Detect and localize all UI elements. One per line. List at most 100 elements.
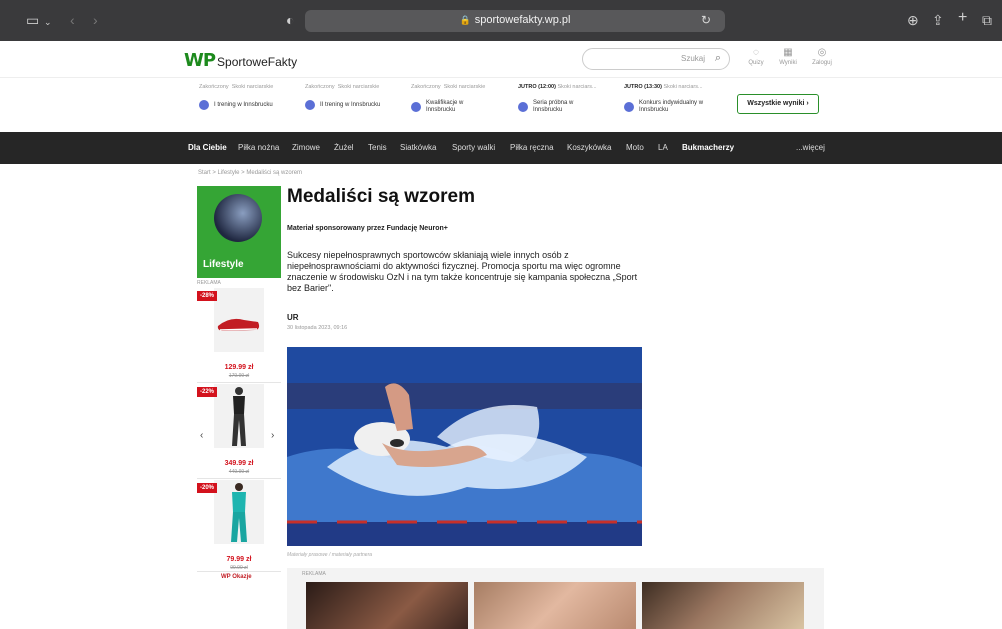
results-strip: Zakończony Skoki narciarskie I trening w… — [0, 78, 1002, 132]
search-placeholder: Szukaj — [680, 54, 705, 63]
nav-item-football[interactable]: Piłka nożna — [238, 143, 279, 152]
login-link[interactable]: ◎ Zaloguj — [807, 47, 837, 66]
nav-item-moto[interactable]: Moto — [626, 143, 644, 152]
article-author[interactable]: UR — [287, 313, 299, 322]
product-old-price: 179.99 zł — [228, 373, 250, 379]
logo-text: SportoweFakty — [217, 55, 298, 69]
event-status: Zakończony — [199, 84, 229, 90]
sponsor-note: Materiał sponsorowany przez Fundację Neu… — [287, 225, 448, 232]
ad-thumbnail[interactable] — [474, 582, 636, 629]
forward-icon[interactable]: › — [93, 12, 98, 28]
ski-jump-icon — [518, 102, 528, 112]
article-photo[interactable] — [287, 347, 642, 546]
share-icon[interactable]: ⇪ — [932, 12, 944, 28]
address-bar[interactable]: 🔒 sportowefakty.wp.pl ↻ — [305, 10, 725, 32]
nav-item-winter[interactable]: Zimowe — [292, 143, 320, 152]
site-header: WP SportoweFakty Szukaj ⌕ ◌ Quizy ▦ Wynik… — [0, 41, 1002, 78]
breadcrumb[interactable]: Start > Lifestyle > Medaliści są wzorem — [198, 170, 302, 176]
event-status: JUTRO (13:30) — [624, 84, 662, 90]
product-image — [214, 384, 264, 448]
carousel-prev-button[interactable]: ‹ — [200, 430, 203, 441]
event-title: Konkurs indywidualny w Innsbrucku — [639, 100, 704, 113]
ad-label: REKLAMA — [302, 571, 326, 577]
event-discipline: Skoki narciarskie — [337, 84, 380, 90]
product-card[interactable]: -28% 129.99 zł 179.99 zł — [197, 288, 281, 383]
event-status: Zakończony — [411, 84, 441, 90]
shield-icon[interactable]: ◐ — [286, 12, 294, 28]
product-price: 349.99 zł — [224, 460, 254, 467]
ski-jump-icon — [411, 102, 421, 112]
event-title: II trening w Innsbrucku — [320, 101, 381, 108]
event-item[interactable]: Zakończony Skoki narciarskie Kwalifikacj… — [411, 84, 511, 114]
product-card[interactable]: -20% 79.99 zł 99.99 zł — [197, 480, 281, 572]
quizzes-label: Quizy — [748, 60, 764, 66]
ski-jump-icon — [199, 100, 209, 110]
category-image — [214, 194, 262, 242]
discount-badge: -28% — [197, 291, 218, 301]
event-discipline: Skoki narciarskie — [443, 84, 486, 90]
bulb-icon: ◌ — [753, 47, 759, 58]
search-input[interactable]: Szukaj ⌕ — [582, 48, 730, 70]
event-title: I trening w Innsbrucku — [214, 101, 273, 108]
ad-section: REKLAMA — [287, 568, 824, 629]
all-results-button[interactable]: Wszystkie wyniki › — [737, 94, 819, 114]
ad-thumbnail[interactable] — [642, 582, 804, 629]
nav-item-volleyball[interactable]: Siatkówka — [400, 143, 436, 152]
download-icon[interactable]: ⊕ — [907, 12, 919, 28]
nav-item-for-you[interactable]: Dla Ciebie — [188, 143, 227, 152]
logo-mark: WP — [184, 50, 216, 71]
site-logo[interactable]: WP SportoweFakty — [184, 50, 297, 71]
article-title: Medaliści są wzorem — [287, 186, 475, 207]
search-icon[interactable]: ⌕ — [715, 52, 721, 65]
tabs-icon[interactable]: ⧉ — [982, 12, 992, 28]
reload-icon[interactable]: ↻ — [701, 13, 711, 27]
ad-label: REKLAMA — [197, 280, 221, 286]
ski-jump-icon — [624, 102, 634, 112]
event-title: Seria próbna w Innsbrucku — [533, 100, 574, 113]
wp-okazje-logo[interactable]: WP Okazje — [221, 574, 252, 580]
product-card[interactable]: -22% 349.99 zł 449.99 zł — [197, 384, 281, 479]
scoreboard-icon: ▦ — [783, 47, 793, 58]
event-item[interactable]: Zakończony Skoki narciarskie I trening w… — [199, 84, 299, 110]
photo-caption: Materiały prasowe / materiały partnera — [287, 552, 373, 558]
nav-more[interactable]: ...więcej — [796, 143, 825, 152]
back-icon[interactable]: ‹ — [70, 12, 75, 28]
login-label: Zaloguj — [812, 60, 832, 66]
chevron-down-icon[interactable]: ⌄ — [44, 14, 52, 30]
nav-item-athletics[interactable]: LA — [658, 143, 668, 152]
quizzes-link[interactable]: ◌ Quizy — [741, 47, 771, 66]
plus-icon[interactable]: + — [958, 10, 967, 26]
event-title: Kwalifikacje w Innsbrucku — [426, 100, 464, 113]
event-item[interactable]: JUTRO (12:00) Skoki narciars... Seria pr… — [518, 84, 618, 114]
nav-item-betting[interactable]: Bukmacherzy — [682, 143, 734, 152]
article-lead: Sukcesy niepełnosprawnych sportowców skł… — [287, 250, 638, 293]
user-icon: ◎ — [817, 47, 827, 58]
event-discipline: Skoki narciars... — [663, 84, 703, 90]
nav-item-handball[interactable]: Piłka ręczna — [510, 143, 554, 152]
category-card[interactable]: Lifestyle — [197, 186, 281, 278]
browser-toolbar: ▭ ⌄ ‹ › ◐ ▤ 🔒sportowefakty.wp.pl ↻ ⊕ ⇪ +… — [0, 0, 1002, 41]
ad-thumbnail[interactable] — [306, 582, 468, 629]
event-discipline: Skoki narciars... — [557, 84, 597, 90]
nav-item-combat[interactable]: Sporty walki — [452, 143, 495, 152]
product-old-price: 99.99 zł — [230, 565, 248, 571]
event-status: Zakończony — [305, 84, 335, 90]
product-price: 129.99 zł — [224, 364, 254, 371]
event-item[interactable]: JUTRO (13:30) Skoki narciars... Konkurs … — [624, 84, 724, 114]
product-image — [214, 480, 264, 544]
url-text: sportowefakty.wp.pl — [474, 14, 571, 26]
main-nav: Dla Ciebie Piłka nożna Zimowe Żużel Teni… — [0, 132, 1002, 164]
event-item[interactable]: Zakończony Skoki narciarskie II trening … — [305, 84, 405, 110]
results-label: Wyniki — [779, 60, 797, 66]
nav-item-basketball[interactable]: Koszykówka — [567, 143, 611, 152]
lock-icon: 🔒 — [459, 15, 471, 25]
discount-badge: -22% — [197, 387, 218, 397]
event-status: JUTRO (12:00) — [518, 84, 556, 90]
ski-jump-icon — [305, 100, 315, 110]
nav-item-tennis[interactable]: Tenis — [368, 143, 387, 152]
results-link[interactable]: ▦ Wyniki — [773, 47, 803, 66]
event-discipline: Skoki narciarskie — [231, 84, 274, 90]
nav-item-speedway[interactable]: Żużel — [334, 143, 354, 152]
sidebar-icon[interactable]: ▭ — [26, 12, 39, 28]
carousel-next-button[interactable]: › — [271, 430, 274, 441]
